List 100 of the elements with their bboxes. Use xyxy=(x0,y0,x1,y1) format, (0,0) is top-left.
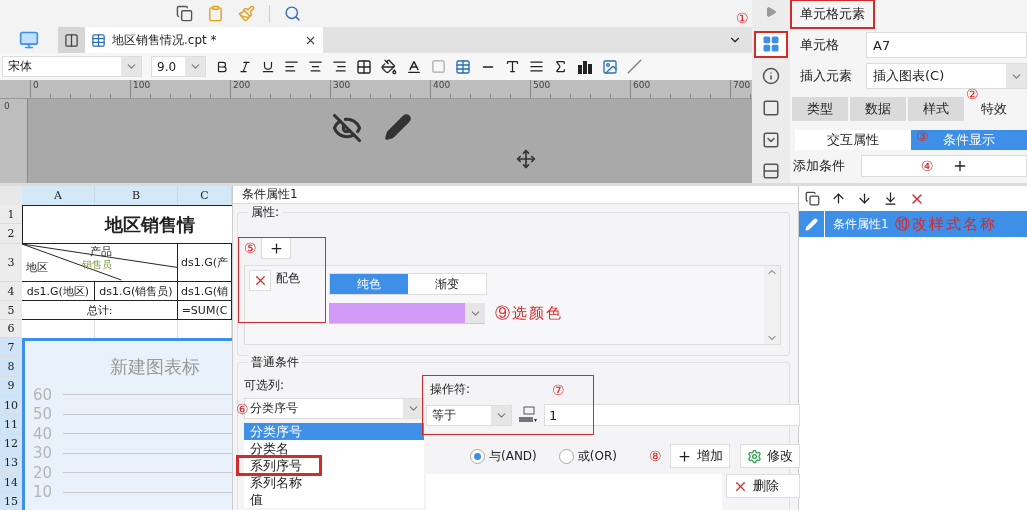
gear-icon xyxy=(746,448,762,464)
cell-grid-icon xyxy=(762,35,780,54)
column-header[interactable]: A xyxy=(22,186,95,205)
row-header[interactable]: 3 xyxy=(0,244,22,282)
plus-icon xyxy=(268,240,284,256)
text-icon[interactable] xyxy=(505,59,520,74)
action-button[interactable]: 修改 xyxy=(739,444,800,468)
column-option[interactable]: 分类名 xyxy=(244,440,295,457)
image-icon[interactable] xyxy=(602,58,618,75)
table-cell: ds1.G(产 xyxy=(178,244,232,282)
attribute-label: 配色 xyxy=(276,270,300,287)
copy-icon[interactable] xyxy=(176,5,193,22)
search-icon[interactable] xyxy=(284,5,301,22)
row-header[interactable]: 4 xyxy=(0,282,22,301)
italic-icon[interactable] xyxy=(238,59,252,74)
value-field[interactable]: 1 xyxy=(544,404,800,426)
axis-label: 50 xyxy=(33,405,54,424)
align-right-icon[interactable] xyxy=(332,59,347,74)
font-color-icon[interactable] xyxy=(406,58,422,75)
font-size-select[interactable]: 9.0 xyxy=(151,56,206,77)
bold-icon[interactable] xyxy=(215,59,229,74)
header-label: 产品 xyxy=(90,244,112,259)
segment-button[interactable]: 渐变 xyxy=(408,274,486,294)
row-header[interactable]: 5 xyxy=(0,301,22,320)
row-header[interactable]: 8 xyxy=(0,357,22,377)
row-header[interactable]: 11 xyxy=(0,415,22,435)
column-option[interactable]: 值 xyxy=(244,491,269,508)
table-cell: 总计: xyxy=(22,301,178,320)
tab[interactable]: 交互属性 xyxy=(795,130,911,150)
row-header[interactable]: 9 xyxy=(0,376,22,396)
tab[interactable]: 类型 xyxy=(792,97,848,121)
cell-field[interactable]: A7 xyxy=(866,32,1027,58)
monitor-icon[interactable] xyxy=(19,30,39,50)
dropdown-box-icon xyxy=(762,130,780,149)
section-label: 属性: xyxy=(248,204,283,221)
annotation-note: ⑩改样式名称 xyxy=(894,214,997,234)
add-condition-button[interactable]: ④ xyxy=(861,155,1027,177)
justify-icon[interactable] xyxy=(529,59,544,74)
table-icon xyxy=(91,32,106,48)
rows-icon xyxy=(762,162,780,181)
clipboard-icon[interactable] xyxy=(207,5,224,22)
delete-button[interactable]: 删除 xyxy=(725,474,800,498)
underline-icon[interactable] xyxy=(261,59,275,74)
row-header[interactable]: 6 xyxy=(0,320,22,338)
axis-label: 20 xyxy=(33,463,54,482)
bar-chart-icon[interactable] xyxy=(577,58,593,75)
action-button[interactable]: 增加 xyxy=(669,444,730,468)
border-icon[interactable] xyxy=(356,58,372,75)
color-select[interactable] xyxy=(329,303,485,324)
column-option[interactable]: 系列序号 xyxy=(238,457,320,474)
insert-select[interactable]: 插入图表(C) xyxy=(866,63,1027,89)
column-header[interactable]: B xyxy=(95,186,178,205)
scrollbar[interactable] xyxy=(764,266,780,344)
column-option[interactable]: 系列名称 xyxy=(244,474,308,491)
axis-label: 10 xyxy=(33,483,54,502)
row-header[interactable]: 13 xyxy=(0,453,22,474)
annotation-number: ② xyxy=(966,86,979,102)
move-down-icon[interactable] xyxy=(857,191,872,206)
operator-select[interactable]: 等于 xyxy=(426,404,512,426)
table-cell: =SUM(C xyxy=(178,301,232,320)
align-center-icon[interactable] xyxy=(308,59,323,74)
header-label: 地区 xyxy=(26,260,48,275)
axis-label: 30 xyxy=(33,444,54,463)
row-header[interactable]: 10 xyxy=(0,395,22,416)
line-icon[interactable] xyxy=(627,59,642,74)
pencil-icon[interactable] xyxy=(384,113,412,141)
row-header[interactable]: 15 xyxy=(0,492,22,510)
column-header[interactable]: C xyxy=(178,186,232,205)
row-header[interactable]: 7 xyxy=(0,338,22,358)
pencil-icon xyxy=(805,217,818,231)
move-up-icon[interactable] xyxy=(831,191,846,206)
tab[interactable]: 样式 xyxy=(908,97,964,121)
square-icon xyxy=(762,98,780,117)
section-label: 普通条件 xyxy=(248,354,302,371)
file-tab[interactable]: 地区销售情况.cpt * xyxy=(85,27,323,53)
formula-icon[interactable] xyxy=(553,59,568,74)
align-left-icon[interactable] xyxy=(284,59,299,74)
paint-bucket-icon[interactable] xyxy=(381,58,397,75)
row-header[interactable]: 12 xyxy=(0,434,22,454)
tab[interactable]: 数据 xyxy=(850,97,906,121)
axis-label: 60 xyxy=(33,385,54,404)
report-title: 地区销售情 xyxy=(22,205,232,244)
annotation-number: ⑧ xyxy=(648,448,662,464)
radio-button[interactable]: 与(AND) xyxy=(470,447,537,465)
table-icon[interactable] xyxy=(455,58,471,75)
row-header[interactable]: 1 xyxy=(0,205,22,224)
move-icon[interactable] xyxy=(516,149,536,169)
add-attribute-button[interactable] xyxy=(261,237,291,259)
copy-icon[interactable] xyxy=(805,191,820,206)
radio-button[interactable]: 或(OR) xyxy=(558,447,617,465)
row-header[interactable]: 14 xyxy=(0,473,22,493)
remove-button[interactable] xyxy=(249,270,271,291)
font-family-select[interactable]: 宋体 xyxy=(2,56,142,77)
plus-icon xyxy=(676,448,692,464)
row-header[interactable]: 2 xyxy=(0,224,22,244)
panel-tab[interactable] xyxy=(756,32,786,57)
move-bottom-icon[interactable] xyxy=(883,191,898,206)
eye-off-icon[interactable] xyxy=(332,113,362,143)
new-tab-button[interactable] xyxy=(58,27,85,53)
formula-type-icon[interactable] xyxy=(518,406,538,424)
